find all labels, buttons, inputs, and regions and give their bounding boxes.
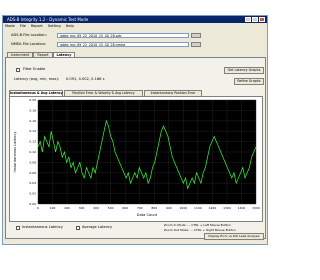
menu-help[interactable]: Help [66,24,74,29]
y-axis-label: Instantaneous Latency [13,131,17,173]
average-latency-checkbox[interactable] [76,226,80,230]
x-tick-label: 900 [166,206,172,210]
x-tick-label: 1000 [180,206,188,210]
adsb-browse-button[interactable] [191,33,201,38]
title-bar: ADS-B Integrity 1.2 - Dynamic Test Mode [3,16,267,23]
y-tick-label: 0.20 [29,98,36,102]
filter-enable-checkbox[interactable] [16,68,20,72]
display-error-analysis-button[interactable]: Display Error vs Poll Lead Analysis [204,233,264,240]
x-tick-label: 700 [137,206,143,210]
y-tick-label: 0.06 [29,171,36,175]
x-tick-label: 600 [122,206,128,210]
x-tick-label: 0 [37,206,39,210]
x-tick-label: 1400 [238,206,246,210]
average-latency-label: Average Latency [82,225,113,229]
menu-file[interactable]: File [20,24,26,29]
y-tick-label: 0.18 [29,108,36,112]
x-tick-label: 200 [64,206,70,210]
y-tick-label: 0.00 [29,202,36,206]
menu-setting[interactable]: Setting [48,24,61,29]
instantaneous-latency-checkbox[interactable] [16,226,20,230]
x-tick-label: 400 [93,206,99,210]
latency-summary-label: Latency (avg, min, max): [14,77,60,81]
x-tick-label: 1100 [194,206,202,210]
x-tick-label: 500 [108,206,114,210]
x-tick-label: 1500 [252,206,260,210]
y-tick-label: 0.04 [29,181,36,185]
adsb-file-field[interactable]: ipbtg_mg_09_22_2010_15_40_28.pdc [57,33,189,38]
menu-mode[interactable]: Mode [5,24,15,29]
menu-bar: Mode File Report Setting Help [5,24,74,29]
refine-graphs-button[interactable]: Refine Graphs [234,78,264,85]
x-tick-label: 1300 [223,206,231,210]
y-tick-label: 0.08 [29,160,36,164]
x-tick-label: 100 [50,206,56,210]
x-tick-label: 800 [151,206,157,210]
latency-summary-value: 0.091, 0.002, 0.186 s [66,77,105,81]
x-tick-label: 1200 [209,206,217,210]
instantaneous-latency-label: Instantaneous Latency [22,225,63,229]
get-latency-graphs-button[interactable]: Get Latency Graphs [224,67,264,74]
y-tick-label: 0.10 [29,150,36,154]
maximize-icon[interactable] [252,17,258,22]
adsb-file-label: ADS-B File Location: [11,33,47,37]
y-tick-label: 0.14 [29,129,36,133]
x-tick-label: 300 [79,206,85,210]
x-axis-label: Data Count [137,213,158,217]
nmea-file-label: NMEA File Location: [11,42,47,46]
latency-panel: Filter Enable Latency (avg, min, max): 0… [5,57,266,239]
latency-chart: 0.20 0.18 0.16 0.14 0.12 0.10 0.08 0.06 0.04 0.02… [13,98,260,217]
close-icon[interactable] [259,17,265,22]
nmea-browse-button[interactable] [191,42,201,47]
chart-frame: 0.20 0.18 0.16 0.14 0.12 0.10 0.08 0.06 0.04 0.02… [9,96,263,222]
menu-report[interactable]: Report [31,24,43,29]
window-title: ADS-B Integrity 1.2 - Dynamic Test Mode [7,17,89,22]
nmea-file-field[interactable]: ipbtg_mg_09_22_2010_15_40_28.nmea [57,42,189,47]
minimize-icon[interactable] [245,17,251,22]
y-tick-label: 0.02 [29,192,36,196]
y-tick-label: 0.16 [29,119,36,123]
y-tick-label: 0.12 [29,140,36,144]
filter-enable-label: Filter Enable [23,67,46,71]
